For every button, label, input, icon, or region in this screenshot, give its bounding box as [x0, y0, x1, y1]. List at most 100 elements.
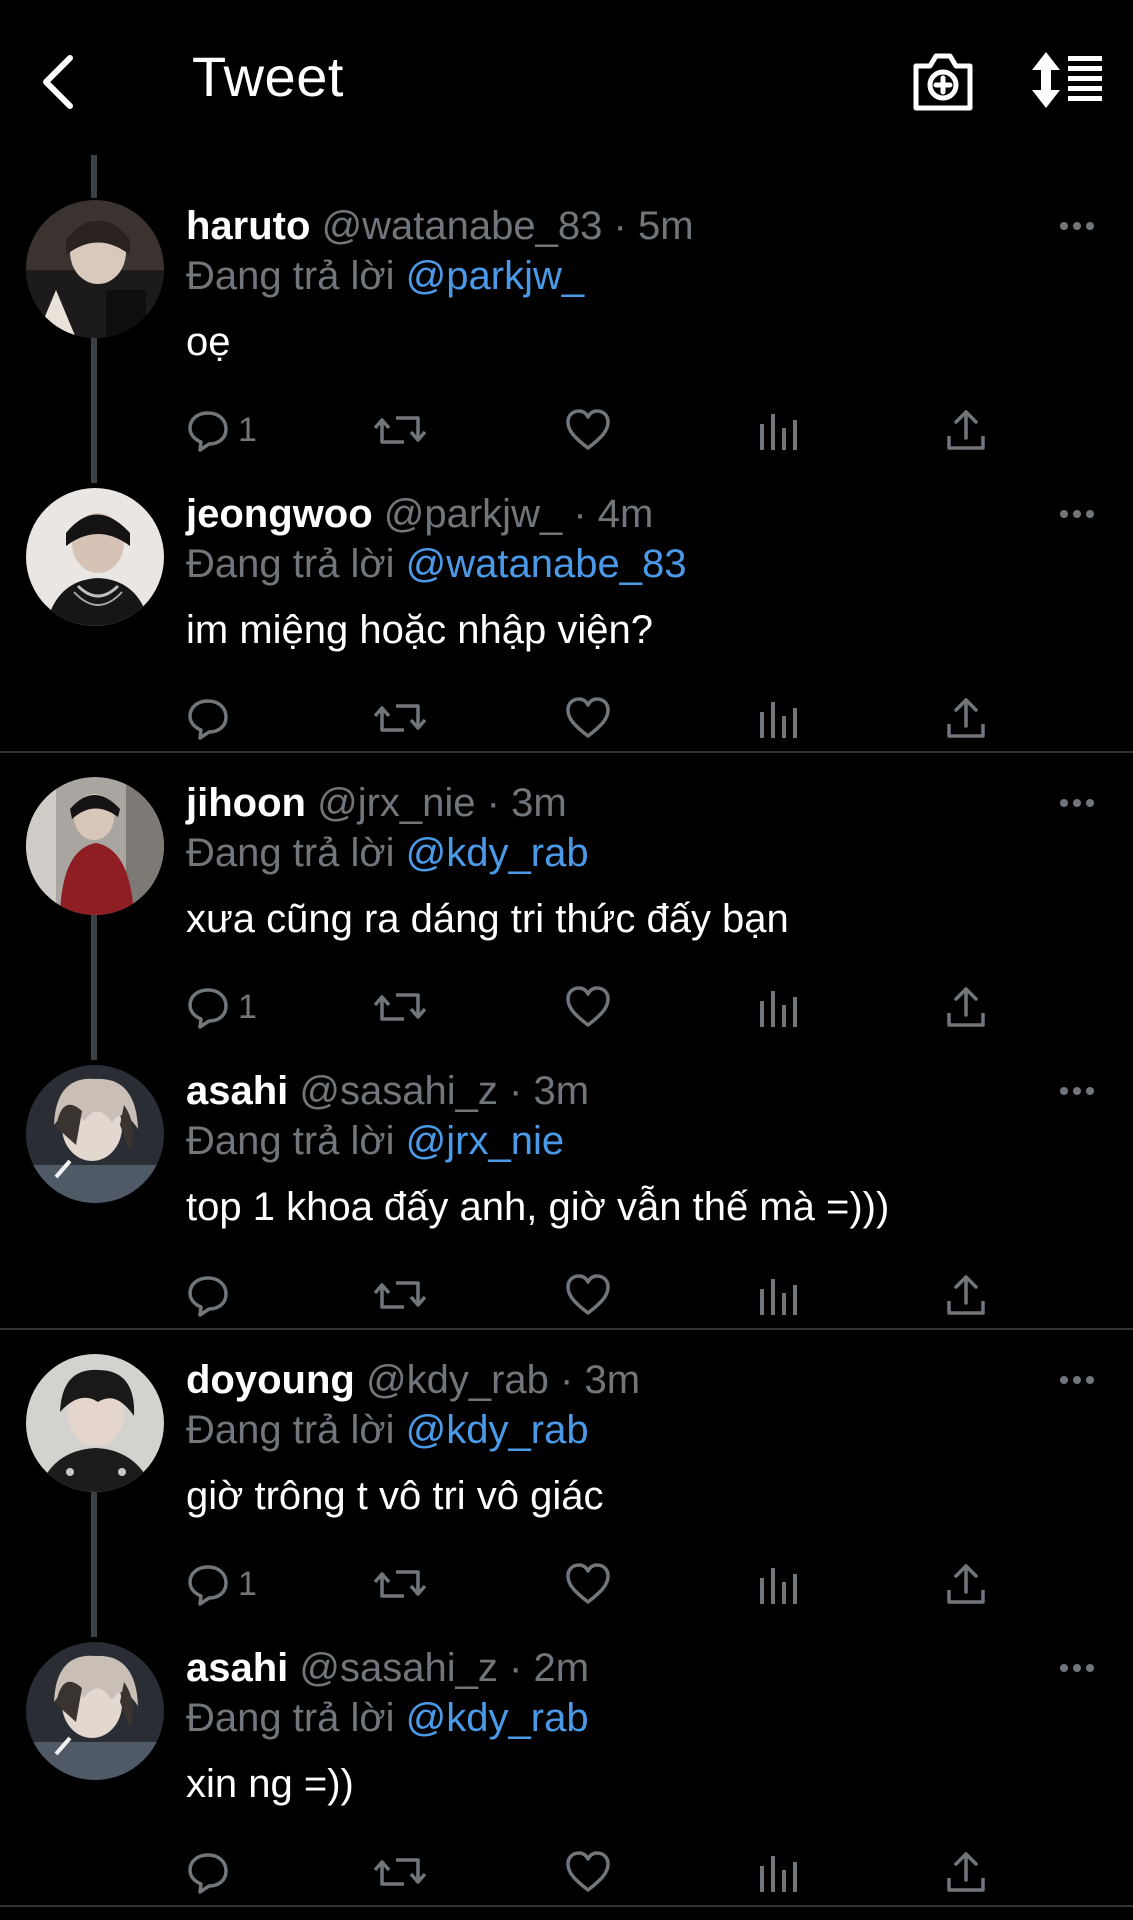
- analytics-button[interactable]: [758, 1842, 798, 1902]
- user-handle[interactable]: @parkjw_: [384, 492, 562, 536]
- retweet-icon: [374, 1858, 426, 1886]
- more-button[interactable]: [1052, 1648, 1102, 1688]
- avatar[interactable]: [26, 488, 164, 626]
- display-name[interactable]: asahi: [186, 1069, 288, 1113]
- like-button[interactable]: [565, 1265, 611, 1325]
- thread-separator: [0, 1328, 1133, 1330]
- reply-to-link[interactable]: @watanabe_83: [406, 542, 687, 586]
- camera-button[interactable]: [910, 48, 976, 114]
- analytics-icon: [760, 1279, 797, 1315]
- display-name[interactable]: doyoung: [186, 1358, 355, 1402]
- tweet[interactable]: doyoung @kdy_rab · 3m Đang trả lời @kdy_…: [0, 1332, 1133, 1620]
- like-button[interactable]: [565, 1842, 611, 1902]
- heart-icon: [566, 1851, 610, 1892]
- tweet-meta: asahi @sasahi_z · 3m: [186, 1067, 589, 1115]
- analytics-button[interactable]: [758, 977, 798, 1037]
- retweet-button[interactable]: [374, 1842, 426, 1902]
- action-bar: 1: [0, 400, 1133, 460]
- user-handle[interactable]: @jrx_nie: [317, 781, 475, 825]
- reply-to-link[interactable]: @parkjw_: [406, 254, 584, 298]
- user-handle[interactable]: @kdy_rab: [366, 1358, 549, 1402]
- reply-to-link[interactable]: @kdy_rab: [406, 831, 589, 875]
- display-name[interactable]: haruto: [186, 204, 310, 248]
- tweet[interactable]: asahi @sasahi_z · 2m Đang trả lời @kdy_r…: [0, 1620, 1133, 1908]
- user-handle[interactable]: @sasahi_z: [299, 1646, 497, 1690]
- display-name[interactable]: asahi: [186, 1646, 288, 1690]
- share-button[interactable]: [945, 1842, 987, 1902]
- analytics-icon: [760, 1856, 797, 1892]
- like-button[interactable]: [565, 977, 611, 1037]
- share-button[interactable]: [945, 688, 987, 748]
- share-button[interactable]: [945, 977, 987, 1037]
- reply-to-link[interactable]: @kdy_rab: [406, 1696, 589, 1740]
- reply-count: 1: [238, 1564, 257, 1603]
- reply-context: Đang trả lời @kdy_rab: [186, 829, 589, 877]
- meta-separator: ·: [509, 1069, 523, 1113]
- share-icon: [947, 698, 985, 738]
- tweet[interactable]: jeongwoo @parkjw_ · 4m Đang trả lời @wat…: [0, 466, 1133, 754]
- retweet-button[interactable]: [374, 688, 426, 748]
- tweet-meta: asahi @sasahi_z · 2m: [186, 1644, 589, 1692]
- retweet-icon: [374, 416, 426, 444]
- share-icon: [947, 1564, 985, 1604]
- timestamp: 2m: [533, 1646, 590, 1690]
- avatar[interactable]: [26, 1642, 164, 1780]
- retweet-button[interactable]: [374, 1265, 426, 1325]
- tweet[interactable]: asahi @sasahi_z · 3m Đang trả lời @jrx_n…: [0, 1043, 1133, 1331]
- analytics-button[interactable]: [758, 400, 798, 460]
- more-button[interactable]: [1052, 206, 1102, 246]
- reply-prefix: Đang trả lời: [186, 542, 395, 586]
- reply-button[interactable]: 1: [186, 400, 257, 460]
- avatar[interactable]: [26, 200, 164, 338]
- sort-button[interactable]: [1030, 50, 1106, 110]
- like-button[interactable]: [565, 400, 611, 460]
- more-button[interactable]: [1052, 494, 1102, 534]
- tweet-meta: doyoung @kdy_rab · 3m: [186, 1356, 640, 1404]
- tweet[interactable]: haruto @watanabe_83 · 5m Đang trả lời @p…: [0, 178, 1133, 466]
- timestamp: 3m: [511, 781, 567, 825]
- more-button[interactable]: [1052, 1360, 1102, 1400]
- tweet-text: xưa cũng ra dáng tri thức đấy bạn: [186, 897, 789, 941]
- reply-to-link[interactable]: @kdy_rab: [406, 1408, 589, 1452]
- avatar[interactable]: [26, 1354, 164, 1492]
- tweet-text: xin ng =)): [186, 1762, 354, 1806]
- reply-to-link[interactable]: @jrx_nie: [406, 1119, 564, 1163]
- analytics-button[interactable]: [758, 1554, 798, 1614]
- meta-separator: ·: [560, 1358, 574, 1402]
- more-dots-icon: [1060, 1664, 1094, 1672]
- share-button[interactable]: [945, 1554, 987, 1614]
- reply-context: Đang trả lời @parkjw_: [186, 252, 584, 300]
- action-bar: [0, 1265, 1133, 1325]
- retweet-button[interactable]: [374, 977, 426, 1037]
- display-name[interactable]: jeongwoo: [186, 492, 373, 536]
- retweet-button[interactable]: [374, 400, 426, 460]
- share-button[interactable]: [945, 1265, 987, 1325]
- tweet-meta: haruto @watanabe_83 · 5m: [186, 202, 694, 250]
- analytics-button[interactable]: [758, 688, 798, 748]
- display-name[interactable]: jihoon: [186, 781, 306, 825]
- tweet-text: oẹ: [186, 320, 231, 364]
- reply-button[interactable]: [186, 1842, 238, 1902]
- like-button[interactable]: [565, 1554, 611, 1614]
- avatar[interactable]: [26, 1065, 164, 1203]
- share-button[interactable]: [945, 400, 987, 460]
- analytics-icon: [760, 702, 797, 738]
- more-button[interactable]: [1052, 1071, 1102, 1111]
- retweet-button[interactable]: [374, 1554, 426, 1614]
- reply-button[interactable]: [186, 688, 238, 748]
- user-handle[interactable]: @watanabe_83: [322, 204, 603, 248]
- chevron-left-icon: [43, 55, 73, 109]
- reply-button[interactable]: [186, 1265, 238, 1325]
- more-button[interactable]: [1052, 783, 1102, 823]
- tweet[interactable]: jihoon @jrx_nie · 3m Đang trả lời @kdy_r…: [0, 755, 1133, 1043]
- back-button[interactable]: [28, 42, 88, 122]
- analytics-button[interactable]: [758, 1265, 798, 1325]
- meta-separator: ·: [486, 781, 500, 825]
- like-button[interactable]: [565, 688, 611, 748]
- reply-button[interactable]: 1: [186, 1554, 257, 1614]
- avatar[interactable]: [26, 777, 164, 915]
- reply-icon: [188, 1276, 228, 1317]
- meta-separator: ·: [573, 492, 587, 536]
- user-handle[interactable]: @sasahi_z: [299, 1069, 497, 1113]
- reply-button[interactable]: 1: [186, 977, 257, 1037]
